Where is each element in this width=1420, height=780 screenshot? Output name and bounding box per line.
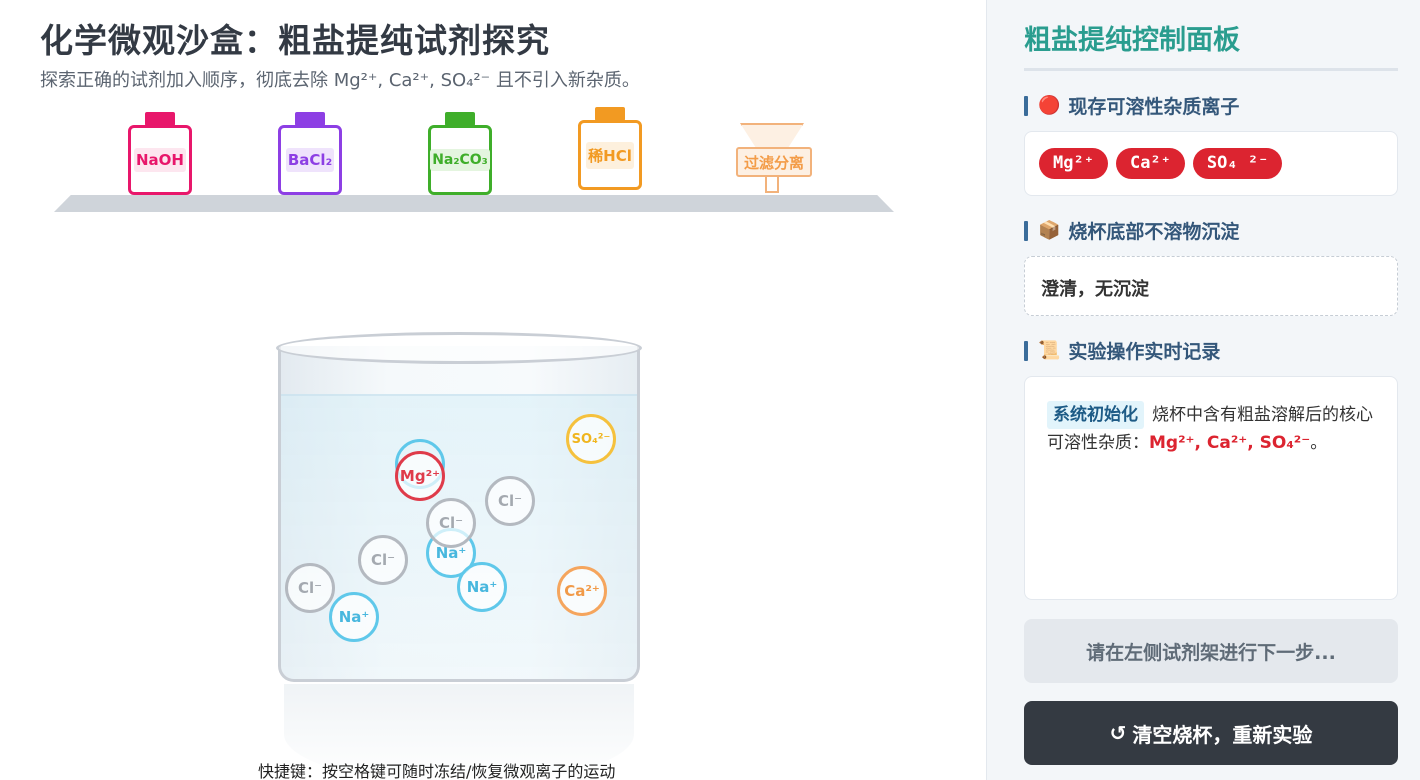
ions-section-heading: 🔴 现存可溶性杂质离子 (1024, 92, 1239, 119)
impurity-chip-ca: Ca²⁺ (1115, 148, 1185, 179)
log-entry-highlight: Mg²⁺, Ca²⁺, SO₄²⁻ (1149, 433, 1311, 453)
bottle-cap (445, 112, 475, 126)
panel-title: 粗盐提纯控制面板 (1024, 25, 1240, 56)
reagent-naoh-bottle[interactable]: NaOH (128, 112, 192, 195)
reagent-shelf (54, 195, 894, 212)
filter-label: 过滤分离 (736, 147, 812, 177)
precipitate-section-heading: 📦 烧杯底部不溶物沉淀 (1024, 217, 1239, 244)
reagent-label: NaOH (134, 148, 186, 172)
reset-button-label: 清空烧杯，重新实验 (1132, 722, 1313, 747)
section-bar (1024, 340, 1028, 361)
bottle-cap (295, 112, 325, 126)
impurity-chip-so4: SO₄ ²⁻ (1192, 148, 1283, 179)
log-entry-tag: 系统初始化 (1047, 401, 1144, 429)
sandbox-stage: 化学微观沙盒：粗盐提纯试剂探究 探索正确的试剂加入顺序，彻底去除 Mg²⁺, C… (0, 0, 986, 780)
bottle-cap (595, 107, 625, 121)
ion-cl: Cl⁻ (485, 476, 535, 526)
log-section-heading: 📜 实验操作实时记录 (1024, 337, 1220, 364)
control-panel: 粗盐提纯控制面板 🔴 现存可溶性杂质离子 Mg²⁺ Ca²⁺ SO₄ ²⁻ 📦 … (986, 0, 1420, 780)
beaker: Mg²⁺ SO₄²⁻ Cl⁻ Na⁺ Cl⁻ Cl⁻ Na⁺ Cl⁻ Na⁺ C… (276, 332, 642, 780)
ion-so4: SO₄²⁻ (566, 414, 616, 464)
reagent-hcl-bottle[interactable]: 稀HCl (578, 107, 642, 190)
section-bar (1024, 95, 1028, 116)
ion-na: Na⁺ (329, 592, 379, 642)
ion-na: Na⁺ (457, 562, 507, 612)
page-subtitle: 探索正确的试剂加入顺序，彻底去除 Mg²⁺, Ca²⁺, SO₄²⁻ 且不引入新… (40, 70, 640, 91)
panel-divider (1024, 68, 1398, 71)
bottle-cap (145, 112, 175, 126)
precipitate-box: 澄清，无沉淀 (1024, 256, 1398, 316)
impurity-ions-box: Mg²⁺ Ca²⁺ SO₄ ²⁻ (1024, 131, 1398, 196)
package-icon: 📦 (1038, 220, 1061, 241)
log-heading-text: 实验操作实时记录 (1068, 341, 1221, 363)
page-title: 化学微观沙盒：粗盐提纯试剂探究 (40, 21, 550, 60)
beaker-rim (276, 332, 642, 364)
keyboard-hint: 快捷键：按空格键可随时冻结/恢复微观离子的运动 (258, 762, 616, 780)
red-circle-icon: 🔴 (1038, 95, 1061, 116)
section-bar (1024, 220, 1028, 241)
log-entry-end: 。 (1310, 433, 1328, 453)
ion-mg: Mg²⁺ (395, 451, 445, 501)
reagent-bacl2-bottle[interactable]: BaCl₂ (278, 112, 342, 195)
filter-funnel-button[interactable]: 过滤分离 (736, 123, 812, 195)
ion-ca: Ca²⁺ (557, 566, 607, 616)
reagent-na2co3-bottle[interactable]: Na₂CO₃ (428, 112, 492, 195)
reset-beaker-button[interactable]: ↺ 清空烧杯，重新实验 (1024, 701, 1398, 765)
app-root: 化学微观沙盒：粗盐提纯试剂探究 探索正确的试剂加入顺序，彻底去除 Mg²⁺, C… (0, 0, 1420, 780)
scroll-icon: 📜 (1038, 340, 1061, 361)
reagent-label: 稀HCl (586, 141, 634, 169)
reagent-label: BaCl₂ (285, 148, 335, 172)
experiment-log: 系统初始化 烧杯中含有粗盐溶解后的核心可溶性杂质：Mg²⁺, Ca²⁺, SO₄²… (1024, 376, 1398, 600)
ion-cl: Cl⁻ (426, 498, 476, 548)
refresh-icon: ↺ (1109, 721, 1127, 745)
impurity-chip-mg: Mg²⁺ (1039, 148, 1108, 179)
ion-cl: Cl⁻ (358, 535, 408, 585)
next-step-status-button[interactable]: 请在左侧试剂架进行下一步... (1024, 619, 1398, 683)
ion-cl: Cl⁻ (285, 563, 335, 613)
ions-heading-text: 现存可溶性杂质离子 (1068, 96, 1240, 118)
reagent-label: Na₂CO₃ (430, 149, 490, 171)
precipitate-heading-text: 烧杯底部不溶物沉淀 (1068, 221, 1240, 243)
